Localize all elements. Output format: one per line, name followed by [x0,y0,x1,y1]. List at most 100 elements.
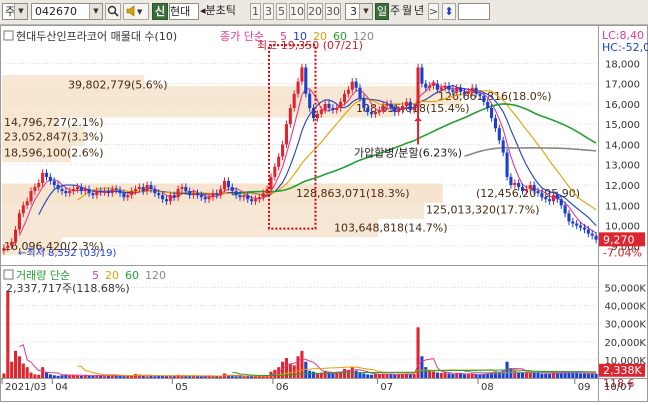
candle-body [130,191,134,196]
candle-body [559,199,563,206]
period-day-button[interactable]: 일 [375,3,389,20]
stock-name-field[interactable]: 현대 [169,3,199,20]
candle-body [253,199,258,202]
chart-svg[interactable]: 18,000 17,000 16,000 15,000 14,000 13,000 12,0… [0,25,648,402]
candle-body [149,185,153,190]
volume-bar [48,374,52,378]
period-input[interactable]: 3 ▼ [345,3,373,20]
candle-body [281,144,285,157]
volume-profile-label: 18,596,100(2.6%) [4,147,104,160]
period-button-2[interactable]: 년 [414,3,426,20]
candle-body [219,189,223,196]
volume-bar [594,373,598,378]
volume-bar [315,373,319,378]
period-value: 3 [350,5,357,18]
candle-body [153,189,157,194]
candle-body [466,91,470,94]
volume-bar [366,374,370,378]
candle-body [284,124,289,145]
x-axis-label: 08 [481,382,494,393]
candle-body [29,191,33,202]
candle-body [118,190,122,194]
chart-area[interactable]: 18,000 17,000 16,000 15,000 14,000 13,000 12,0… [0,25,648,402]
volume-bar [149,375,153,378]
stock-code-input[interactable]: 042670 ▼ [31,3,103,20]
volume-bar [466,374,470,378]
event-annotation: 가압합병/분할(6.23%) [354,147,462,160]
updown-arrows-icon[interactable]: ⬍ [442,3,456,20]
chevron-down-icon[interactable]: ▼ [359,4,372,19]
empty-field[interactable] [458,3,490,20]
candle-body [586,229,590,234]
interval-button-20[interactable]: 20 [307,3,323,20]
interval-button-5[interactable]: 5 [276,3,287,20]
speaker-icon[interactable]: ▼ [123,3,149,20]
candle-body [157,193,161,196]
candle-body [110,189,114,194]
volume-bar [29,372,33,378]
credit-button[interactable]: 신 [152,3,168,20]
volume-bar [474,374,478,378]
volume-bar [25,367,29,378]
candle-body [83,189,87,192]
candle-body [497,128,501,141]
candle-body [292,93,296,108]
volume-bar [72,375,76,378]
candle-body [493,118,497,129]
interval-button-30[interactable]: 30 [325,3,341,20]
candle-body [431,83,436,86]
candle-body [87,189,91,194]
nav-next-button[interactable]: > [428,3,439,20]
candle-body [91,193,95,196]
candle-body [176,189,180,198]
stock-code-value: 042670 [35,5,77,18]
candle-body [424,83,428,88]
volume-bar [234,376,238,378]
candle-body [199,195,203,198]
candle-body [141,187,145,192]
volume-legend-checkbox[interactable] [3,269,14,280]
volume-profile-label: 128,863,071(18.3%) [296,187,410,200]
volume-bar [447,373,451,378]
candle-body [397,110,401,113]
volume-bar [308,370,312,378]
candle-body [44,172,49,177]
price-tick-label: 12,000 [605,181,640,192]
chevron-down-icon[interactable]: ▼ [14,4,27,19]
current-price-value: 9,270 [603,233,635,246]
volume-profile-band [2,217,379,238]
candle-body [226,180,230,188]
candle-body [350,81,354,90]
volume-value-text: 2,337,717주(118.68%) [6,282,130,295]
interval-button-3[interactable]: 3 [263,3,274,20]
volume-bar [532,372,536,378]
candle-body [582,227,587,230]
candle-body [420,67,424,84]
period-button-0[interactable]: 주 [390,3,402,20]
legend-toggle-checkbox[interactable] [3,30,14,41]
candle-body [373,112,378,115]
volume-bar [2,373,6,378]
volume-bar [536,372,540,378]
search-icon[interactable] [105,3,121,20]
volume-bar [435,372,439,378]
volume-bar [439,372,443,378]
volume-profile-label: 39,802,779(5.6%) [68,79,168,92]
candle-body [2,247,6,251]
candle-body [517,182,521,188]
interval-button-10[interactable]: 10 [289,3,305,20]
current-volume-value: 2,338K [603,364,642,377]
price-tick-label: 16,000 [605,100,640,111]
candle-body [443,85,447,88]
market-select[interactable]: 주 ▼ [2,3,28,20]
period-button-1[interactable]: 월 [402,3,414,20]
tick-selector[interactable]: ◂분초틱 [200,3,248,20]
volume-bar [451,374,455,378]
interval-button-1[interactable]: 1 [250,3,261,20]
volume-bar [13,350,18,378]
volume-bar [412,374,416,378]
chevron-down-icon[interactable]: ▼ [89,4,102,19]
candle-body [412,107,416,111]
candle-body [335,107,339,111]
volume-tick-label: 50,000K [604,283,646,294]
